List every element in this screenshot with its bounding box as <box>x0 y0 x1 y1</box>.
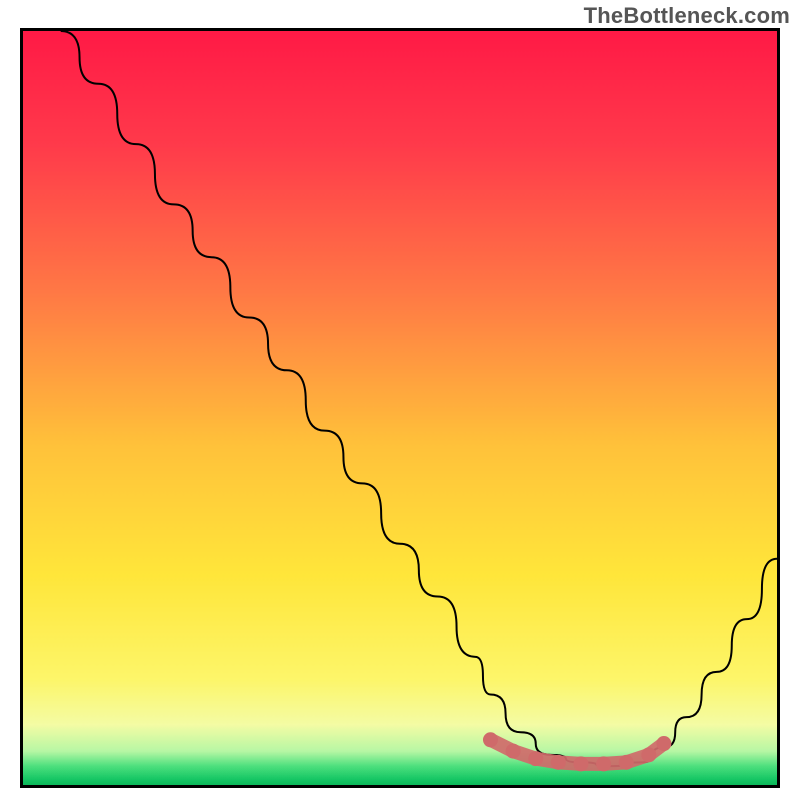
chart-plot-area <box>23 31 777 785</box>
highlight-dot <box>596 756 611 771</box>
highlight-dot <box>656 736 671 751</box>
highlight-dot <box>551 755 566 770</box>
highlight-dot <box>506 744 521 759</box>
highlight-dot <box>641 747 656 762</box>
highlight-dot <box>573 756 588 771</box>
bottleneck-curve-path <box>61 31 777 766</box>
curve-overlay <box>23 31 777 785</box>
watermark-text: TheBottleneck.com <box>584 3 790 29</box>
highlight-dot <box>483 732 498 747</box>
highlight-dot <box>619 755 634 770</box>
highlight-dot <box>528 751 543 766</box>
chart-root: TheBottleneck.com <box>0 0 800 800</box>
chart-frame <box>20 28 780 788</box>
